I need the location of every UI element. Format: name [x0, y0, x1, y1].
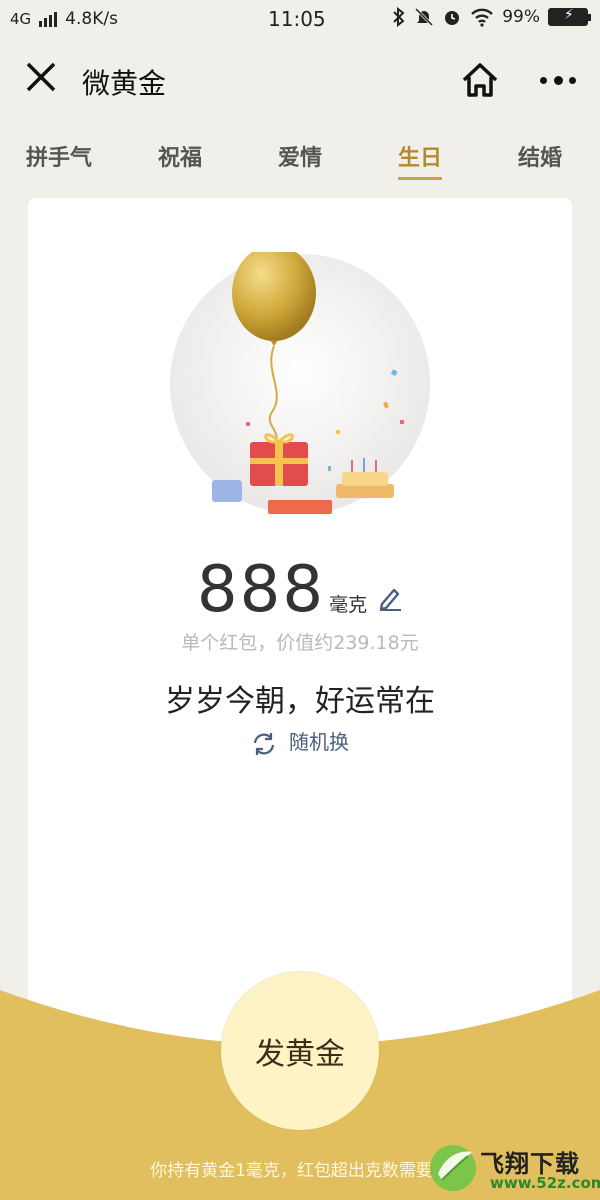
network-type: 4G	[10, 10, 32, 28]
send-gold-button[interactable]: 发黄金	[221, 972, 379, 1130]
bluetooth-icon	[393, 7, 405, 27]
birthday-illustration	[170, 252, 430, 514]
page-title: 微黄金	[82, 67, 167, 100]
home-icon[interactable]	[460, 60, 500, 100]
random-change-label: 随机换	[289, 730, 349, 754]
edit-icon[interactable]	[377, 585, 403, 611]
random-change-button[interactable]: 随机换	[28, 726, 572, 757]
watermark-url: www.52z.com	[490, 1174, 600, 1192]
tab-aiqing[interactable]: 爱情	[278, 140, 322, 172]
tab-jiehun[interactable]: 结婚	[518, 140, 562, 172]
status-bar: 4G 4.8K/s 11:05 99% ⚡	[0, 0, 600, 40]
tab-shengri[interactable]: 生日	[398, 140, 443, 180]
nav-bar: 微黄金	[0, 40, 600, 122]
alarm-icon	[445, 11, 460, 25]
tab-zhufu[interactable]: 祝福	[158, 140, 202, 172]
status-time: 11:05	[268, 7, 326, 31]
value-description: 单个红包，价值约239.18元	[181, 632, 419, 654]
amount-row: 888 毫克	[28, 553, 572, 627]
status-right: 99% ⚡	[392, 7, 591, 27]
greeting-message: 岁岁今朝，好运常在	[165, 684, 435, 719]
watermark-logo: 飞翔下载 www.52z.com	[428, 1140, 600, 1196]
status-left: 4G 4.8K/s	[10, 9, 118, 29]
close-icon[interactable]	[24, 60, 58, 94]
network-speed: 4.8K/s	[65, 9, 118, 29]
refresh-icon	[253, 732, 275, 755]
mute-bell-icon	[415, 7, 434, 27]
more-icon[interactable]	[540, 70, 576, 90]
battery-percent: 99%	[502, 7, 540, 27]
category-tabs: 拼手气 祝福 爱情 生日 结婚	[0, 130, 600, 180]
tab-pinshouqi[interactable]: 拼手气	[26, 140, 92, 172]
leaf-logo-icon	[430, 1145, 476, 1191]
amount-unit: 毫克	[329, 594, 368, 616]
signal-icon	[39, 11, 58, 27]
gold-amount[interactable]: 888	[197, 553, 325, 627]
battery-icon: ⚡	[548, 7, 591, 26]
wifi-icon	[471, 8, 494, 27]
